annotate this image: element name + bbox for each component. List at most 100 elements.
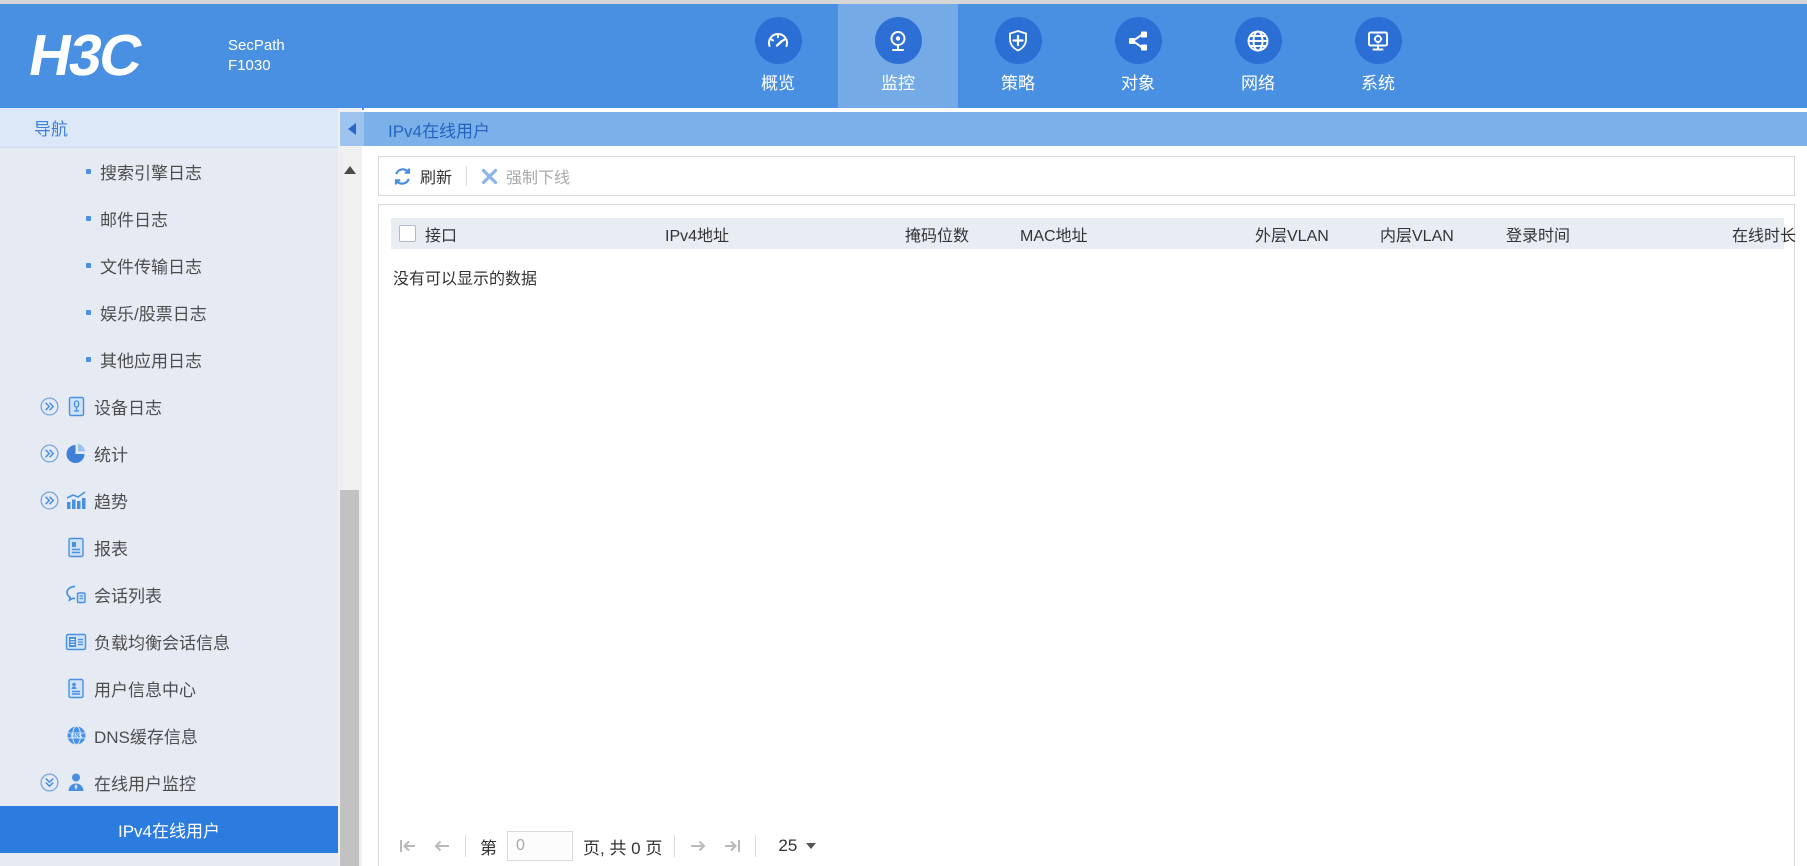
sidebar-item-label: 设备日志 [94,399,162,418]
sidebar-item-other-app-log[interactable]: 其他应用日志 [0,336,338,383]
select-all-checkbox[interactable] [399,225,416,242]
pagination-bar: 第 页, 共 0 页 25 [391,823,817,866]
tab-network[interactable]: 网络 [1198,4,1318,110]
app-header: H3C SecPath F1030 概览 监控 策略 对象 网络 系统 [0,4,1807,110]
shield-plus-icon [994,17,1042,64]
pie-chart-icon [65,443,87,465]
scroll-up-arrow-icon[interactable] [344,166,356,174]
column-header-login-time[interactable]: 登录时间 [1506,218,1732,249]
user-info-icon [65,678,87,700]
device-log-icon [65,396,87,418]
tab-system[interactable]: 系统 [1318,4,1438,110]
last-page-button[interactable] [715,831,749,861]
page-title-bar: IPv4在线用户 [364,112,1807,146]
expand-chevron-icon[interactable] [40,491,59,510]
sidebar-item-trend[interactable]: 趋势 [0,477,338,524]
tab-objects[interactable]: 对象 [1078,4,1198,110]
page-total-label: 页, 共 0 页 [583,838,663,858]
refresh-button[interactable]: 刷新 [393,164,452,188]
empty-state-text: 没有可以显示的数据 [393,271,538,288]
column-header-interface[interactable]: 接口 [425,218,665,249]
product-line1: SecPath [228,37,285,54]
system-monitor-icon [1354,17,1402,64]
tab-label: 监控 [881,74,915,93]
dns-globe-icon: DNS [65,725,87,747]
sidebar-item-label: 文件传输日志 [100,258,202,277]
sidebar-item-label: 搜索引擎日志 [100,164,202,183]
pager-separator [465,835,466,857]
sidebar-item-online-user-monitor[interactable]: 在线用户监控 [0,759,338,806]
bullet-icon [86,169,91,174]
next-page-icon [691,840,706,852]
tab-monitor[interactable]: 监控 [838,4,958,110]
tab-overview[interactable]: 概览 [718,4,838,110]
tab-label: 网络 [1241,74,1275,93]
tab-label: 策略 [1001,74,1035,93]
column-header-ipv4[interactable]: IPv4地址 [665,218,905,249]
column-header-mac[interactable]: MAC地址 [1020,218,1255,249]
pager-separator [755,835,757,857]
tab-label: 对象 [1121,74,1155,93]
last-page-icon [725,840,741,852]
product-line2: F1030 [228,57,271,74]
product-name: SecPath F1030 [228,36,285,76]
tab-policy[interactable]: 策略 [958,4,1078,110]
online-user-icon [65,772,87,794]
force-offline-button[interactable]: 强制下线 [481,164,570,188]
sidebar-item-statistics[interactable]: 统计 [0,430,338,477]
session-list-icon [65,584,87,606]
sidebar-item-mail-log[interactable]: 邮件日志 [0,195,338,242]
sidebar-item-report[interactable]: 报表 [0,524,338,571]
first-page-button[interactable] [391,831,425,861]
sidebar-item-label: 报表 [94,540,128,559]
sidebar: 导航 搜索引擎日志 邮件日志 文件传输日志 娱乐/股票日志 其他应用日志 设备日… [0,108,338,866]
app-window: H3C SecPath F1030 概览 监控 策略 对象 网络 系统 导航 搜… [0,0,1807,866]
sidebar-item-dns-cache[interactable]: DNS DNS缓存信息 [0,712,338,759]
scrollbar-thumb[interactable] [340,490,359,866]
toolbar-separator [466,166,468,186]
sidebar-item-label: 其他应用日志 [100,352,202,371]
sidebar-item-session-list[interactable]: 会话列表 [0,571,338,618]
page-number-input[interactable] [507,831,573,861]
bullet-icon [86,263,91,268]
page-size-select[interactable]: 25 [778,836,817,856]
next-page-button[interactable] [681,831,715,861]
column-header-mask[interactable]: 掩码位数 [905,218,1020,249]
table-header-row: 接口 IPv4地址 掩码位数 MAC地址 外层VLAN 内层VLAN 登录时间 … [391,218,1796,249]
prev-page-button[interactable] [425,831,459,861]
sidebar-item-search-engine-log[interactable]: 搜索引擎日志 [0,148,338,195]
sidebar-item-file-transfer-log[interactable]: 文件传输日志 [0,242,338,289]
sidebar-item-label: 趋势 [94,493,128,512]
column-header-online-duration[interactable]: 在线时长 [1732,218,1796,249]
bullet-icon [86,310,91,315]
main-content: IPv4在线用户 刷新 强制下线 接口 IPv4地址 掩码位数 MAC地址 外层… [364,108,1807,866]
sidebar-item-label: 邮件日志 [100,211,168,230]
data-table-panel: 接口 IPv4地址 掩码位数 MAC地址 外层VLAN 内层VLAN 登录时间 … [378,204,1796,866]
header-checkbox-cell [391,218,425,249]
sidebar-item-label: 娱乐/股票日志 [100,305,207,324]
expand-chevron-icon[interactable] [40,397,59,416]
collapse-chevron-icon[interactable] [40,773,59,792]
chevron-down-icon [806,843,817,849]
column-header-outer-vlan[interactable]: 外层VLAN [1255,218,1380,249]
expand-chevron-icon[interactable] [40,444,59,463]
sidebar-item-user-info-center[interactable]: 用户信息中心 [0,665,338,712]
load-balance-icon [65,631,87,653]
tab-label: 概览 [761,74,795,93]
sidebar-item-ipv4-online-users[interactable]: IPv4在线用户 [0,806,338,853]
bullet-icon [86,216,91,221]
sidebar-item-label: 在线用户监控 [94,775,196,794]
sidebar-collapse-button[interactable] [340,112,364,146]
sidebar-item-load-balance-session[interactable]: 负载均衡会话信息 [0,618,338,665]
force-offline-x-icon [481,168,498,184]
sidebar-item-label: 负载均衡会话信息 [94,634,230,653]
page-size-value: 25 [778,836,798,855]
trend-chart-icon [65,490,87,512]
refresh-icon [394,167,411,185]
sidebar-item-entertainment-stock-log[interactable]: 娱乐/股票日志 [0,289,338,336]
column-header-inner-vlan[interactable]: 内层VLAN [1380,218,1506,249]
sidebar-scrollbar[interactable] [338,108,362,866]
main-nav-tabs: 概览 监控 策略 对象 网络 系统 [718,4,1438,110]
sidebar-item-device-log[interactable]: 设备日志 [0,383,338,430]
page-prefix-label: 第 [480,838,497,858]
